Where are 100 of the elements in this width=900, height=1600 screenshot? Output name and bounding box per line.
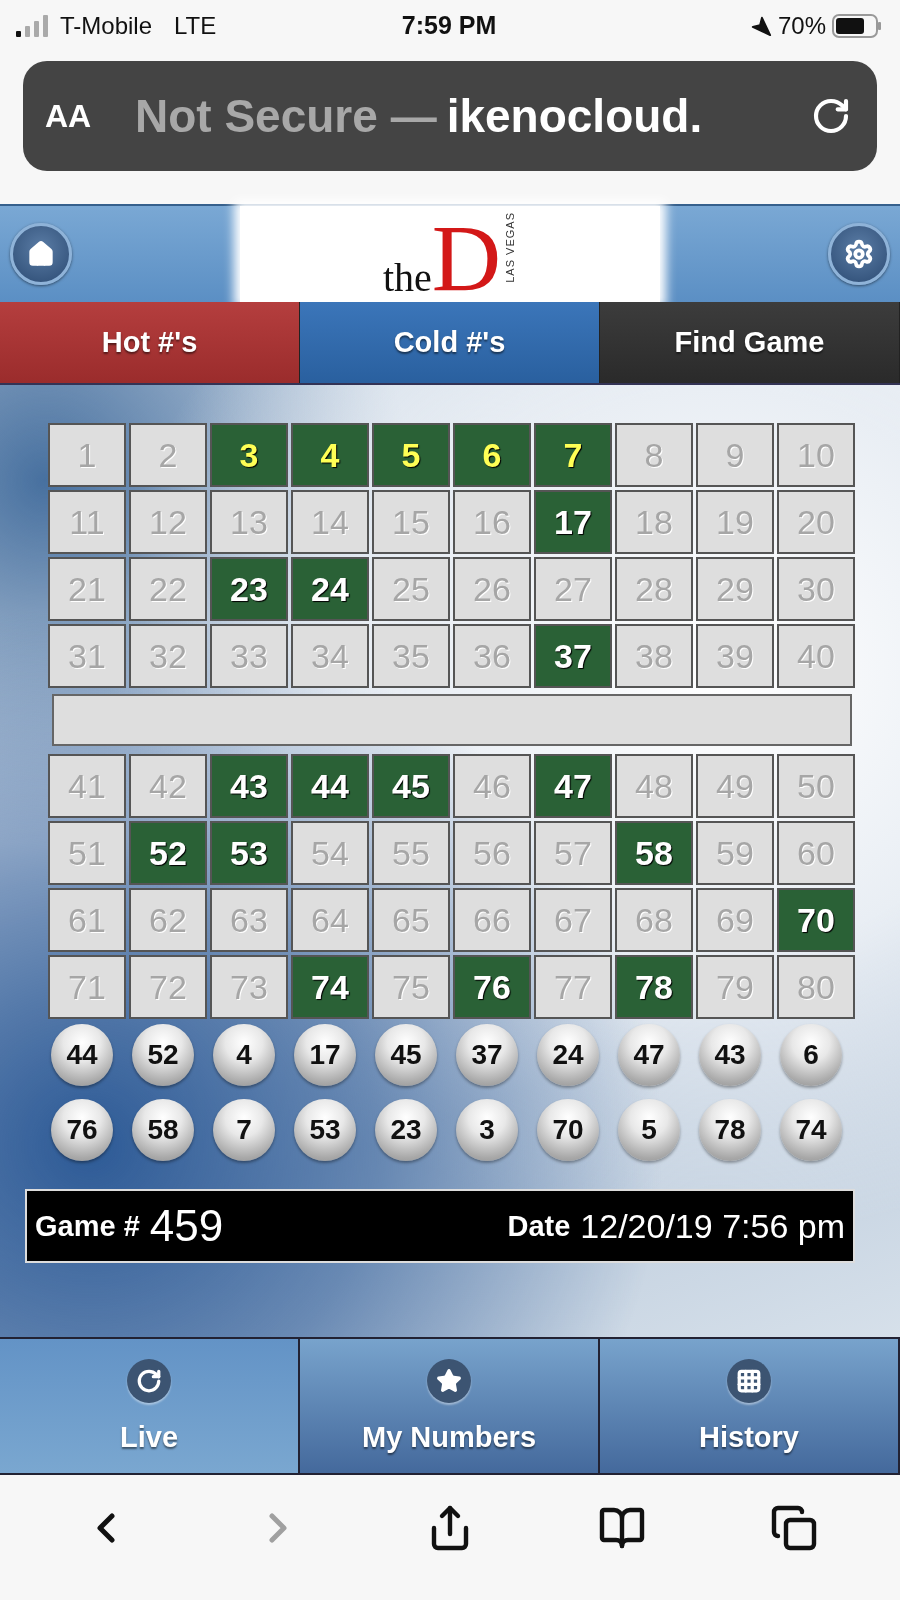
keno-number[interactable]: 61: [48, 888, 126, 953]
text-size-button[interactable]: AA: [45, 97, 115, 135]
drawn-ball: 3: [456, 1099, 518, 1162]
tab[interactable]: Find Game: [600, 302, 900, 384]
keno-number[interactable]: 42: [129, 754, 207, 819]
keno-number[interactable]: 33: [210, 624, 288, 689]
battery-percent: 70%: [777, 11, 826, 40]
keno-number[interactable]: 10: [777, 423, 855, 488]
tab[interactable]: Cold #'s: [300, 302, 600, 384]
keno-number[interactable]: 26: [453, 557, 531, 622]
keno-number[interactable]: 20: [777, 490, 855, 555]
keno-number[interactable]: 53: [210, 821, 288, 886]
keno-number[interactable]: 39: [696, 624, 774, 689]
keno-number[interactable]: 55: [372, 821, 450, 886]
keno-number[interactable]: 72: [129, 955, 207, 1020]
keno-number[interactable]: 3: [210, 423, 288, 488]
signal-icon: [16, 14, 50, 37]
keno-number[interactable]: 60: [777, 821, 855, 886]
keno-number[interactable]: 49: [696, 754, 774, 819]
keno-number[interactable]: 51: [48, 821, 126, 886]
keno-number[interactable]: 21: [48, 557, 126, 622]
keno-number[interactable]: 9: [696, 423, 774, 488]
location-icon: [749, 14, 772, 37]
keno-number[interactable]: 29: [696, 557, 774, 622]
keno-number[interactable]: 19: [696, 490, 774, 555]
keno-number[interactable]: 23: [210, 557, 288, 622]
keno-number[interactable]: 45: [372, 754, 450, 819]
keno-number[interactable]: 77: [534, 955, 612, 1020]
keno-number[interactable]: 54: [291, 821, 369, 886]
keno-number[interactable]: 62: [129, 888, 207, 953]
drawn-ball: 58: [132, 1099, 194, 1162]
keno-number[interactable]: 1: [48, 423, 126, 488]
keno-number[interactable]: 6: [453, 423, 531, 488]
keno-number[interactable]: 69: [696, 888, 774, 953]
keno-number[interactable]: 47: [534, 754, 612, 819]
drawn-ball: 4: [213, 1024, 275, 1087]
keno-number[interactable]: 67: [534, 888, 612, 953]
address-bar[interactable]: AA Not Secure — ikenocloud.: [23, 61, 877, 172]
keno-number[interactable]: 27: [534, 557, 612, 622]
home-button[interactable]: [10, 223, 72, 286]
keno-number[interactable]: 18: [615, 490, 693, 555]
keno-number[interactable]: 46: [453, 754, 531, 819]
keno-number[interactable]: 71: [48, 955, 126, 1020]
nav-tab[interactable]: Live: [0, 1339, 300, 1474]
keno-number[interactable]: 76: [453, 955, 531, 1020]
keno-number[interactable]: 65: [372, 888, 450, 953]
tab[interactable]: Hot #'s: [0, 302, 300, 384]
keno-number[interactable]: 74: [291, 955, 369, 1020]
keno-number[interactable]: 58: [615, 821, 693, 886]
keno-number[interactable]: 34: [291, 624, 369, 689]
keno-number[interactable]: 17: [534, 490, 612, 555]
keno-number[interactable]: 79: [696, 955, 774, 1020]
keno-number[interactable]: 2: [129, 423, 207, 488]
nav-tab[interactable]: History: [600, 1339, 900, 1474]
nav-tab[interactable]: My Numbers: [300, 1339, 600, 1474]
keno-number[interactable]: 48: [615, 754, 693, 819]
drawn-ball: 52: [132, 1024, 194, 1087]
keno-number[interactable]: 59: [696, 821, 774, 886]
keno-number[interactable]: 31: [48, 624, 126, 689]
keno-number[interactable]: 57: [534, 821, 612, 886]
keno-number[interactable]: 64: [291, 888, 369, 953]
keno-number[interactable]: 50: [777, 754, 855, 819]
keno-number[interactable]: 13: [210, 490, 288, 555]
keno-number[interactable]: 25: [372, 557, 450, 622]
keno-number[interactable]: 4: [291, 423, 369, 488]
keno-number[interactable]: 66: [453, 888, 531, 953]
keno-number[interactable]: 73: [210, 955, 288, 1020]
keno-number[interactable]: 15: [372, 490, 450, 555]
keno-number[interactable]: 56: [453, 821, 531, 886]
keno-number[interactable]: 68: [615, 888, 693, 953]
keno-number[interactable]: 36: [453, 624, 531, 689]
keno-number[interactable]: 8: [615, 423, 693, 488]
keno-number[interactable]: 14: [291, 490, 369, 555]
keno-number[interactable]: 12: [129, 490, 207, 555]
keno-number[interactable]: 78: [615, 955, 693, 1020]
keno-number[interactable]: 43: [210, 754, 288, 819]
carrier-name: T-Mobile: [60, 11, 153, 40]
keno-number[interactable]: 16: [453, 490, 531, 555]
keno-number[interactable]: 24: [291, 557, 369, 622]
keno-number[interactable]: 40: [777, 624, 855, 689]
keno-number[interactable]: 80: [777, 955, 855, 1020]
keno-number[interactable]: 37: [534, 624, 612, 689]
drawn-ball: 6: [780, 1024, 842, 1087]
keno-number[interactable]: 11: [48, 490, 126, 555]
keno-number[interactable]: 35: [372, 624, 450, 689]
keno-number[interactable]: 30: [777, 557, 855, 622]
keno-number[interactable]: 28: [615, 557, 693, 622]
keno-number[interactable]: 52: [129, 821, 207, 886]
tabs-button[interactable]: [770, 1503, 818, 1552]
settings-button[interactable]: [828, 223, 890, 286]
keno-number[interactable]: 32: [129, 624, 207, 689]
keno-number[interactable]: 7: [534, 423, 612, 488]
keno-number[interactable]: 38: [615, 624, 693, 689]
keno-number[interactable]: 75: [372, 955, 450, 1020]
keno-number[interactable]: 41: [48, 754, 126, 819]
keno-number[interactable]: 63: [210, 888, 288, 953]
keno-number[interactable]: 70: [777, 888, 855, 953]
keno-number[interactable]: 44: [291, 754, 369, 819]
keno-number[interactable]: 5: [372, 423, 450, 488]
keno-number[interactable]: 22: [129, 557, 207, 622]
